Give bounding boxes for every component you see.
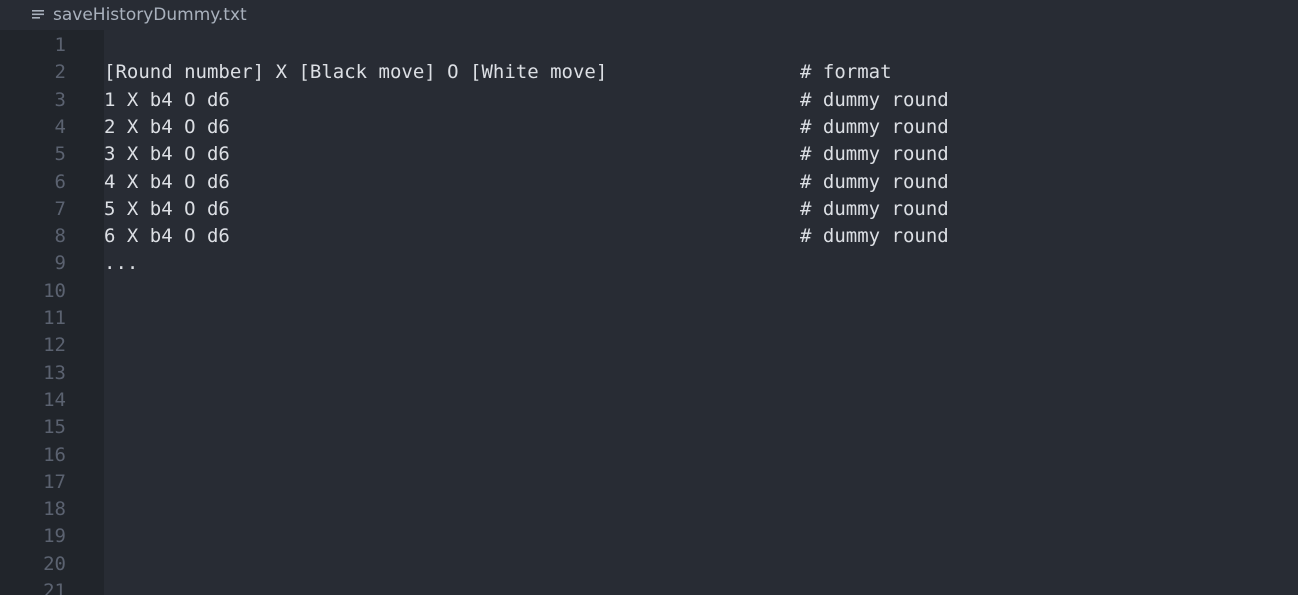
code-line-text: 2 X b4 O d6 — [104, 115, 230, 138]
line-number: 6 — [54, 170, 66, 193]
code-line-text: ... — [104, 252, 139, 275]
line-number: 19 — [43, 525, 66, 548]
code-line[interactable]: 1 X b4 O d6 # dummy round — [104, 87, 1294, 114]
line-number: 10 — [43, 279, 66, 302]
line-number: 21 — [43, 580, 66, 595]
line-number: 15 — [43, 416, 66, 439]
line-number-gutter: 1 2 3 4 5 6 7 8 9 10 11 12 13 14 15 16 17 18 19 20 21 — [0, 30, 104, 595]
code-line[interactable]: 6 X b4 O d6 # dummy round — [104, 223, 1294, 250]
line-number: 7 — [54, 197, 66, 220]
line-number: 5 — [54, 143, 66, 166]
line-number: 14 — [43, 388, 66, 411]
line-number: 9 — [54, 252, 66, 275]
code-line-text: 5 X b4 O d6 — [104, 197, 230, 220]
text-editor: saveHistoryDummy.txt 1 2 3 4 5 6 7 8 9 10 11 12 13 14… — [0, 0, 1298, 595]
line-number: 18 — [43, 498, 66, 521]
code-line[interactable]: 3 X b4 O d6 # dummy round — [104, 141, 1294, 168]
line-number: 13 — [43, 361, 66, 384]
line-number: 1 — [54, 34, 66, 56]
code-line[interactable] — [104, 360, 1294, 387]
code-line-comment: # dummy round — [800, 88, 949, 111]
code-line[interactable] — [104, 387, 1294, 414]
tab-savehistorydummy[interactable]: saveHistoryDummy.txt — [32, 3, 247, 27]
code-line[interactable] — [104, 305, 1294, 332]
tab-title: saveHistoryDummy.txt — [53, 5, 247, 25]
code-line-text: [Round number] X [Black move] O [White m… — [104, 61, 608, 84]
code-line[interactable]: ... — [104, 250, 1294, 277]
text-file-icon — [32, 10, 44, 19]
line-number: 17 — [43, 470, 66, 493]
code-line[interactable]: [Round number] X [Black move] O [White m… — [104, 59, 1294, 86]
code-line[interactable] — [104, 523, 1294, 550]
code-line[interactable] — [104, 332, 1294, 359]
editor-content[interactable]: [Round number] X [Black move] O [White m… — [104, 30, 1298, 595]
code-line[interactable] — [104, 414, 1294, 441]
code-line[interactable] — [104, 469, 1294, 496]
code-line[interactable] — [104, 496, 1294, 523]
code-line[interactable]: 4 X b4 O d6 # dummy round — [104, 169, 1294, 196]
line-number: 11 — [43, 307, 66, 329]
code-line-comment: # format — [800, 61, 892, 84]
line-number: 12 — [43, 334, 66, 357]
code-line[interactable] — [104, 551, 1294, 578]
code-line-text: 1 X b4 O d6 — [104, 88, 230, 111]
line-number: 8 — [54, 225, 66, 248]
code-line[interactable] — [104, 442, 1294, 469]
code-line-comment: # dummy round — [800, 197, 949, 220]
line-number: 4 — [54, 115, 66, 138]
line-number: 2 — [54, 61, 66, 84]
code-line[interactable] — [104, 32, 1294, 59]
line-number: 3 — [54, 88, 66, 111]
code-line[interactable]: 2 X b4 O d6 # dummy round — [104, 114, 1294, 141]
code-line-comment: # dummy round — [800, 170, 949, 193]
tab-bar: saveHistoryDummy.txt — [0, 0, 1298, 30]
code-line-text: 3 X b4 O d6 — [104, 143, 230, 166]
code-line[interactable] — [104, 278, 1294, 305]
line-number: 20 — [43, 552, 66, 575]
code-line[interactable]: 5 X b4 O d6 # dummy round — [104, 196, 1294, 223]
code-line-text: 6 X b4 O d6 — [104, 225, 230, 248]
code-line-comment: # dummy round — [800, 225, 949, 248]
code-line-comment: # dummy round — [800, 115, 949, 138]
code-line-text: 4 X b4 O d6 — [104, 170, 230, 193]
code-line-comment: # dummy round — [800, 143, 949, 166]
line-number: 16 — [43, 443, 66, 466]
code-line[interactable] — [104, 578, 1294, 595]
